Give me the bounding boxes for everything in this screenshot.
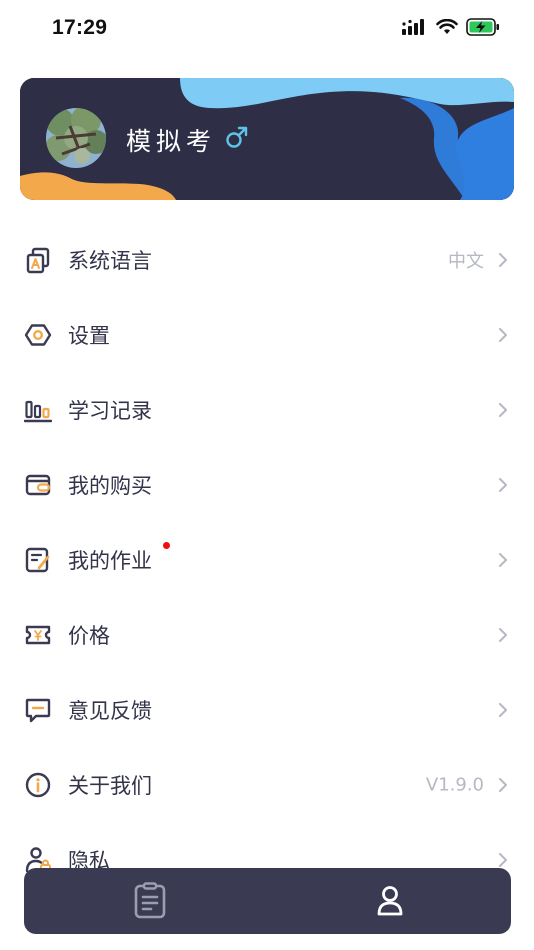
battery-charging-icon: [466, 18, 499, 36]
status-icons: [402, 18, 500, 36]
tab-profile[interactable]: [330, 868, 450, 934]
wallet-icon: [25, 474, 51, 495]
status-bar: 17:29: [0, 0, 534, 58]
chevron-right-icon: [499, 627, 507, 642]
bottom-tab-bar: [24, 868, 511, 934]
person-icon: [377, 886, 403, 916]
menu-item-system-language[interactable]: 系统语言 中文: [0, 222, 534, 297]
settings-icon: [24, 323, 52, 346]
tab-exam[interactable]: [90, 868, 210, 934]
app-version: V1.9.0: [425, 774, 484, 795]
avatar-tree-image: [46, 108, 106, 168]
profile-card[interactable]: 模拟考: [20, 78, 514, 200]
stats-icon: [24, 400, 52, 422]
menu-item-price[interactable]: 价格: [0, 597, 534, 672]
male-gender-icon: [226, 126, 248, 148]
menu-label: 系统语言: [68, 248, 152, 273]
chevron-right-icon: [499, 477, 507, 492]
menu-value: 中文: [448, 250, 484, 272]
menu-label: 我的购买: [68, 473, 152, 498]
settings-menu: 系统语言 中文 设置 学习记录 我的购买 我的作业 价格 意见反馈 关于我们 V…: [0, 222, 534, 897]
info-icon: [25, 772, 51, 797]
user-name: 模拟考: [126, 127, 217, 156]
cellular-signal-icon: [402, 19, 424, 35]
notification-badge: [163, 542, 170, 549]
chevron-right-icon: [499, 327, 507, 342]
menu-label: 设置: [68, 323, 110, 348]
menu-label: 我的作业: [68, 548, 152, 573]
menu-label: 关于我们: [68, 773, 152, 798]
menu-item-settings[interactable]: 设置: [0, 297, 534, 372]
chevron-right-icon: [499, 852, 507, 867]
wifi-icon: [436, 19, 458, 34]
feedback-icon: [25, 698, 51, 722]
chevron-right-icon: [499, 252, 507, 267]
price-ticket-icon: [25, 625, 51, 644]
status-time: 17:29: [52, 16, 108, 39]
language-icon: [26, 247, 50, 273]
chevron-right-icon: [499, 402, 507, 417]
chevron-right-icon: [499, 702, 507, 717]
menu-label: 学习记录: [68, 398, 152, 423]
menu-item-about-us[interactable]: 关于我们 V1.9.0: [0, 747, 534, 822]
homework-icon: [25, 547, 50, 572]
menu-item-my-purchases[interactable]: 我的购买: [0, 447, 534, 522]
menu-item-feedback[interactable]: 意见反馈: [0, 672, 534, 747]
clipboard-icon: [134, 882, 166, 919]
chevron-right-icon: [499, 552, 507, 567]
menu-label: 意见反馈: [68, 698, 152, 723]
menu-item-my-homework[interactable]: 我的作业: [0, 522, 534, 597]
menu-item-study-records[interactable]: 学习记录: [0, 372, 534, 447]
avatar[interactable]: [46, 108, 106, 168]
menu-label: 价格: [68, 623, 110, 648]
chevron-right-icon: [499, 777, 507, 792]
